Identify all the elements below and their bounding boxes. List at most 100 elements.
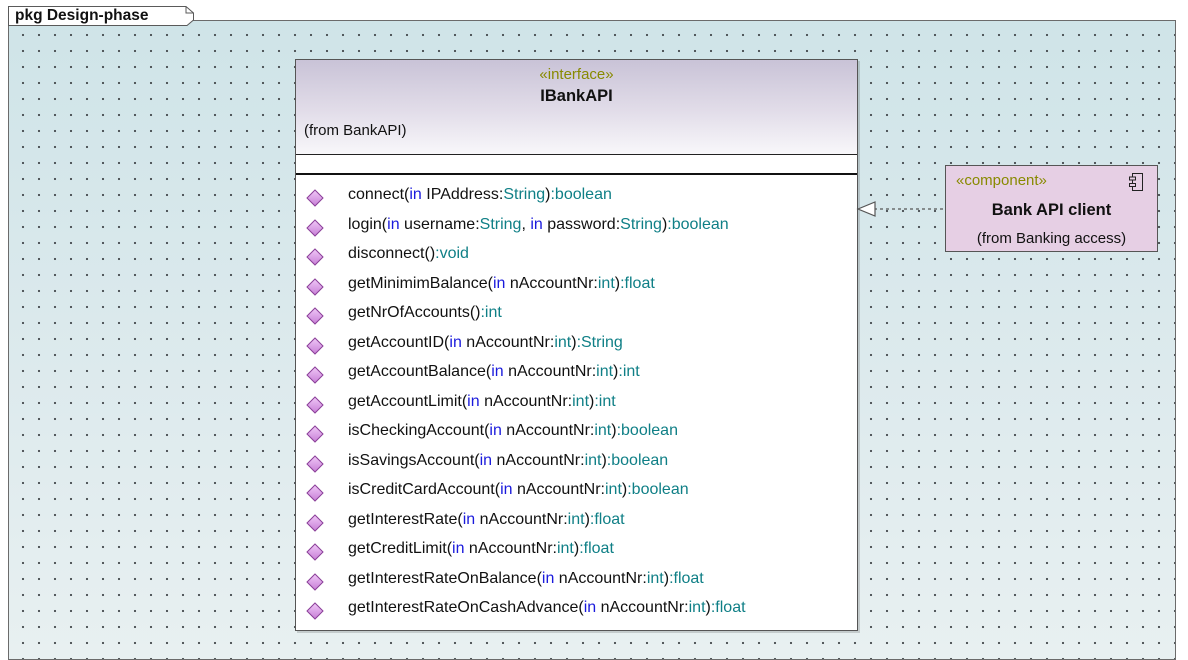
type-name: int — [597, 274, 615, 292]
operation-signature: getInterestRate(in nAccountNr:int):float — [348, 511, 625, 529]
type-name: :float — [710, 599, 746, 616]
type-name: int — [605, 481, 622, 498]
public-operation-icon — [306, 572, 324, 591]
operation-row[interactable]: getCreditLimit(in nAccountNr:int):float — [296, 540, 857, 570]
param-direction-keyword: in — [583, 599, 597, 616]
operation-signature: getAccountBalance(in nAccountNr:int):int — [348, 363, 640, 381]
operation-name: disconnect() — [348, 245, 436, 262]
operation-row[interactable]: connect(in IPAddress:String):boolean — [296, 186, 857, 216]
interface-from-package: (from BankAPI) — [304, 122, 407, 139]
interface-header: «interface» IBankAPI (from BankAPI) — [296, 60, 857, 155]
operation-signature: connect(in IPAddress:String):boolean — [348, 186, 612, 204]
operation-name: getAccountID( — [348, 333, 450, 351]
param-direction-keyword: in — [479, 451, 493, 469]
param-direction-keyword: in — [462, 510, 476, 528]
type-name: int — [584, 451, 602, 469]
operations-compartment: connect(in IPAddress:String):boolean logi… — [296, 186, 857, 629]
component-icon — [1129, 173, 1143, 191]
interface-class-box[interactable]: «interface» IBankAPI (from BankAPI) conn… — [295, 59, 858, 631]
component-name[interactable]: Bank API client — [946, 201, 1157, 220]
type-name: int — [688, 599, 706, 616]
interface-name[interactable]: IBankAPI — [296, 87, 857, 106]
param-direction-keyword: in — [541, 569, 555, 587]
public-operation-icon — [306, 454, 324, 473]
param-direction-keyword: in — [491, 363, 504, 380]
operation-signature: isCheckingAccount(in nAccountNr:int):boo… — [348, 422, 678, 440]
package-tab[interactable]: pkg Design-phase — [8, 6, 194, 26]
param-direction-keyword: in — [467, 392, 480, 410]
type-name: :float — [669, 569, 704, 587]
operation-row[interactable]: getInterestRateOnCashAdvance(in nAccount… — [296, 599, 857, 629]
signature-text: nAccountNr: — [503, 363, 597, 380]
operation-row[interactable]: isSavingsAccount(in nAccountNr:int):bool… — [296, 452, 857, 482]
operation-signature: getInterestRateOnCashAdvance(in nAccount… — [348, 599, 746, 617]
operation-row[interactable]: login(in username:String, in password:St… — [296, 216, 857, 246]
public-operation-icon — [306, 189, 324, 207]
component-box[interactable]: «component» Bank API client (from Bankin… — [945, 165, 1158, 252]
type-name: String — [620, 215, 662, 233]
param-direction-keyword: in — [500, 481, 513, 498]
operation-row[interactable]: disconnect():void — [296, 245, 857, 275]
operation-name: getInterestRateOnCashAdvance( — [348, 599, 584, 616]
param-direction-keyword: in — [492, 274, 506, 292]
type-name: String — [503, 186, 546, 203]
signature-text: , — [521, 215, 531, 233]
param-direction-keyword: in — [489, 422, 502, 439]
operation-name: getInterestRate( — [348, 510, 463, 528]
type-name: :boolean — [616, 422, 678, 439]
type-name: :boolean — [667, 215, 729, 233]
type-name: :boolean — [606, 451, 669, 469]
param-direction-keyword: in — [530, 215, 543, 233]
operation-row[interactable]: getAccountBalance(in nAccountNr:int):int — [296, 363, 857, 393]
operation-row[interactable]: getInterestRateOnBalance(in nAccountNr:i… — [296, 570, 857, 600]
public-operation-icon — [306, 395, 324, 414]
operation-name: isCreditCardAccount( — [348, 481, 501, 498]
public-operation-icon — [306, 218, 324, 237]
operation-row[interactable]: isCheckingAccount(in nAccountNr:int):boo… — [296, 422, 857, 452]
operation-name: login( — [348, 215, 388, 233]
signature-text: nAccountNr: — [461, 333, 555, 351]
operation-row[interactable]: isCreditCardAccount(in nAccountNr:int):b… — [296, 481, 857, 511]
operation-name: getAccountLimit( — [348, 392, 468, 410]
operation-name: getInterestRateOnBalance( — [348, 569, 542, 587]
public-operation-icon — [306, 366, 324, 384]
operation-name: getNrOfAccounts() — [348, 304, 481, 321]
operation-row[interactable]: getNrOfAccounts():int — [296, 304, 857, 334]
type-name: int — [572, 392, 590, 410]
type-name: int — [646, 569, 664, 587]
type-name: String — [479, 215, 522, 233]
type-name: :float — [589, 510, 625, 528]
operation-row[interactable]: getAccountID(in nAccountNr:int):String — [296, 334, 857, 364]
type-name: :boolean — [550, 186, 612, 203]
type-name: int — [556, 540, 574, 557]
interface-stereotype: «interface» — [539, 66, 614, 83]
signature-text: nAccountNr: — [464, 540, 557, 557]
type-name: :int — [480, 304, 502, 321]
signature-text: nAccountNr: — [505, 274, 598, 292]
public-operation-icon — [306, 425, 324, 443]
signature-text: nAccountNr: — [512, 481, 605, 498]
type-name: :int — [594, 392, 616, 410]
operation-row[interactable]: getInterestRate(in nAccountNr:int):float — [296, 511, 857, 541]
type-name: :int — [618, 363, 640, 380]
diagram-canvas: pkg Design-phase «interface» IBankAPI (f… — [0, 0, 1188, 660]
signature-text: nAccountNr: — [554, 569, 647, 587]
operation-row[interactable]: getAccountLimit(in nAccountNr:int):int — [296, 393, 857, 423]
attributes-compartment[interactable] — [296, 155, 857, 175]
realization-arrowhead-icon — [856, 201, 876, 217]
public-operation-icon — [306, 277, 324, 296]
operation-signature: isCreditCardAccount(in nAccountNr:int):b… — [348, 481, 689, 499]
operation-row[interactable]: getMinimimBalance(in nAccountNr:int):flo… — [296, 275, 857, 305]
package-title: pkg Design-phase — [15, 7, 149, 24]
operation-signature: getAccountID(in nAccountNr:int):String — [348, 334, 623, 352]
public-operation-icon — [306, 602, 324, 620]
operation-name: isSavingsAccount( — [348, 451, 480, 469]
realization-connector[interactable] — [856, 196, 948, 226]
signature-text: password: — [542, 215, 621, 233]
signature-text: nAccountNr: — [596, 599, 689, 616]
operation-name: isCheckingAccount( — [348, 422, 490, 439]
type-name: :String — [576, 333, 623, 351]
operation-name: getMinimimBalance( — [348, 274, 493, 292]
signature-text: nAccountNr: — [492, 451, 585, 469]
operation-signature: getCreditLimit(in nAccountNr:int):float — [348, 540, 614, 558]
